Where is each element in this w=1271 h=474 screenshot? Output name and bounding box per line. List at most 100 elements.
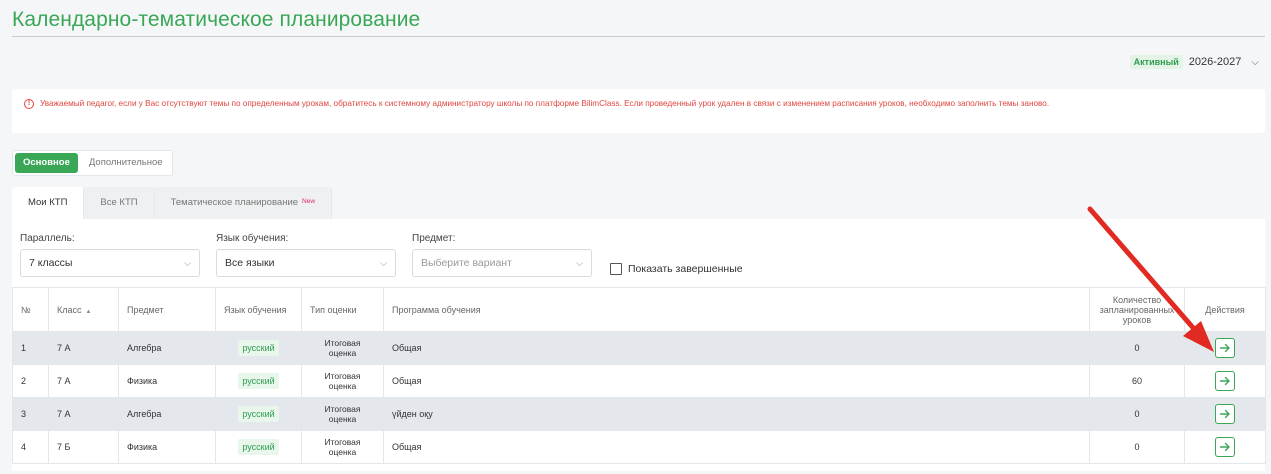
segment-additional-button[interactable]: Дополнительное [80,151,172,175]
cell-class: 7 А [48,397,119,431]
cell-num: 4 [12,430,49,464]
cell-actions [1184,364,1266,398]
cell-count: 0 [1089,397,1185,431]
col-num: № [12,287,49,332]
cell-num: 2 [12,364,49,398]
col-count: Количество запланированных уроков [1089,287,1185,332]
segment-control: Основное Дополнительное [12,150,173,176]
arrow-right-icon [1219,409,1230,419]
grade-type-text: Итоговая оценка [324,404,361,424]
open-row-button[interactable] [1215,437,1235,457]
select-value: Все языки [225,257,275,269]
subject-select[interactable]: Выберите вариант ⌵ [412,249,592,277]
cell-program: Общая [383,430,1090,464]
arrow-right-icon [1219,376,1230,386]
language-badge: русский [238,340,279,356]
cell-actions [1184,331,1266,365]
tab-all-ktp[interactable]: Все КТП [84,187,155,219]
language-badge: русский [238,373,279,389]
table-row: 2 7 А Физика русский Итоговая оценка Общ… [12,364,1266,398]
arrow-right-icon [1219,343,1230,353]
show-completed-toggle[interactable]: Показать завершенные [610,263,743,275]
info-circle-icon: ! [24,99,34,109]
tab-thematic-planning[interactable]: Тематическое планирование New [154,187,333,219]
tab-label: Все КТП [100,197,138,208]
main-panel: Параллель: 7 классы ⌵ Язык обучения: Все… [12,219,1266,471]
col-actions: Действия [1184,287,1266,332]
table-row: 1 7 А Алгебра русский Итоговая оценка Об… [12,331,1266,365]
ktp-table: № Класс ▲ Предмет Язык обучения Тип оценк… [12,287,1266,464]
select-placeholder: Выберите вариант [421,257,512,269]
language-badge: русский [238,406,279,422]
col-grade-type: Тип оценки [301,287,384,332]
cell-grade-type: Итоговая оценка [301,364,384,398]
table-header-row: № Класс ▲ Предмет Язык обучения Тип оценк… [12,287,1266,332]
cell-grade-type: Итоговая оценка [301,331,384,365]
page-title: Календарно-тематическое планирование [12,8,421,31]
year-value: 2026-2027 [1188,56,1242,68]
col-class-label: Класс [57,304,82,315]
year-selector[interactable]: Активный 2026-2027 ⌵ [1129,52,1259,72]
grade-type-text: Итоговая оценка [324,338,361,358]
cell-subject: Физика [118,430,216,464]
tab-label: Мои КТП [28,197,68,208]
cell-count: 0 [1089,430,1185,464]
cell-class: 7 Б [48,430,119,464]
checkbox-label: Показать завершенные [628,263,743,275]
cell-count: 60 [1089,364,1185,398]
filter-parallel: Параллель: 7 классы ⌵ [20,233,200,277]
table-row: 4 7 Б Физика русский Итоговая оценка Общ… [12,430,1266,464]
col-class[interactable]: Класс ▲ [48,287,119,332]
cell-subject: Физика [118,364,216,398]
cell-grade-type: Итоговая оценка [301,430,384,464]
warning-text: Уважаемый педагог, если у Вас отсутствую… [40,99,1050,108]
cell-num: 3 [12,397,49,431]
language-badge: русский [238,439,279,455]
col-subject: Предмет [118,287,216,332]
chevron-down-icon: ⌵ [576,257,583,268]
tabs: Мои КТП Все КТП Тематическое планировани… [12,187,333,219]
cell-subject: Алгебра [118,397,216,431]
tab-my-ktp[interactable]: Мои КТП [12,187,85,219]
open-row-button[interactable] [1215,404,1235,424]
show-completed-checkbox[interactable] [610,263,622,275]
open-row-button[interactable] [1215,371,1235,391]
cell-num: 1 [12,331,49,365]
cell-class: 7 А [48,364,119,398]
cell-actions [1184,397,1266,431]
language-select[interactable]: Все языки ⌵ [216,249,396,277]
select-value: 7 классы [29,257,73,269]
filter-label: Предмет: [412,233,456,244]
parallel-select[interactable]: 7 классы ⌵ [20,249,200,277]
grade-type-text: Итоговая оценка [324,371,361,391]
chevron-down-icon: ⌵ [1251,56,1259,68]
chevron-down-icon: ⌵ [380,257,387,268]
arrow-right-icon [1219,442,1230,452]
filter-language: Язык обучения: Все языки ⌵ [216,233,396,277]
col-language: Язык обучения [215,287,302,332]
cell-class: 7 А [48,331,119,365]
cell-program: Общая [383,364,1090,398]
sort-asc-icon: ▲ [85,308,92,315]
segment-main-button[interactable]: Основное [15,153,78,173]
cell-language: русский [215,430,302,464]
filter-subject: Предмет: Выберите вариант ⌵ [412,233,592,277]
cell-language: русский [215,397,302,431]
cell-language: русский [215,364,302,398]
cell-program: үйден оқу [383,397,1090,431]
filter-label: Язык обучения: [216,233,289,244]
cell-actions [1184,430,1266,464]
tab-label: Тематическое планирование [170,197,299,208]
cell-language: русский [215,331,302,365]
chevron-down-icon: ⌵ [184,257,191,268]
open-row-button[interactable] [1215,338,1235,358]
col-program: Программа обучения [383,287,1090,332]
table-row: 3 7 А Алгебра русский Итоговая оценка үй… [12,397,1266,431]
cell-program: Общая [383,331,1090,365]
cell-count: 0 [1089,331,1185,365]
grade-type-text: Итоговая оценка [324,437,361,457]
new-badge: New [302,198,316,205]
filter-label: Параллель: [20,233,75,244]
cell-subject: Алгебра [118,331,216,365]
active-badge: Активный [1129,55,1183,69]
